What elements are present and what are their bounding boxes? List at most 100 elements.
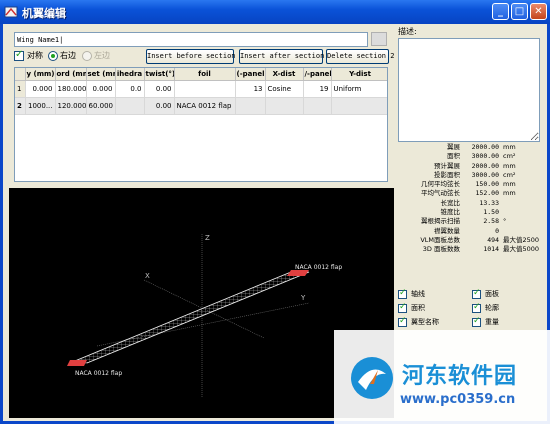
stat-value: 1.50 [483, 208, 499, 217]
table-cell[interactable]: Uniform [331, 80, 387, 98]
stat-label: 襟翼数量 [434, 226, 460, 235]
stat-unit: mm [503, 143, 516, 151]
wing-sections-table[interactable]: y (mm) ord (mm set (mm ihedra twist(°) f… [14, 67, 388, 182]
stat-row: 预计翼展 2000.00 mm [395, 162, 545, 171]
stat-unit: cm² [503, 170, 516, 179]
stat-row: 面积 3000.00 cm² [395, 152, 545, 161]
title-bar[interactable]: 机翼编辑 _ □ ✕ [0, 0, 550, 24]
wing-color-button[interactable] [371, 32, 387, 46]
minimize-button[interactable]: _ [492, 3, 509, 20]
insert-after-button[interactable]: Insert after section 2 [239, 49, 333, 64]
stat-value: 3000.00 [471, 152, 499, 161]
table-header-row: y (mm) ord (mm set (mm ihedra twist(°) f… [15, 68, 387, 81]
outline-label: 轮廓 [485, 304, 499, 312]
wing-name-input[interactable] [14, 32, 368, 47]
symmetric-checkbox[interactable] [14, 49, 24, 61]
stat-value: 2.58 [483, 217, 499, 226]
table-cell[interactable]: 60.000 [86, 97, 116, 115]
stat-label: 投影面积 [434, 170, 460, 179]
stat-unit: ° [503, 217, 507, 226]
stat-unit: mm [503, 180, 516, 189]
table-cell[interactable]: 0.000 [86, 80, 116, 98]
table-cell[interactable] [265, 97, 304, 115]
left-tip-panel [67, 360, 87, 366]
foil-names-checkbox[interactable] [398, 316, 407, 327]
stat-row: 投影面积 3000.00 cm² [395, 171, 545, 180]
table-cell[interactable]: 120.000 [55, 97, 87, 115]
watermark-logo-icon [351, 357, 393, 399]
table-row[interactable]: 2 1000... 120.000 60.000 0.00 NACA 0012 … [15, 97, 387, 115]
stat-label: 翼根揭示扫描 [421, 217, 460, 226]
axis-y-label: Y [300, 294, 306, 302]
table-cell[interactable] [115, 97, 145, 115]
column-header[interactable]: /-panel [303, 68, 332, 81]
table-cell[interactable]: 0.000 [25, 80, 56, 98]
column-header[interactable]: set (mm [86, 68, 116, 81]
insert-before-button[interactable]: Insert before section 2 [146, 49, 244, 64]
table-cell[interactable] [235, 97, 266, 115]
stat-unit: cm² [503, 152, 516, 161]
foil-names-label: 翼型名称 [411, 318, 439, 326]
left-side-radio[interactable] [82, 51, 92, 61]
window-title: 机翼编辑 [22, 7, 66, 20]
stat-row: 几何平均弦长 150.00 mm [395, 180, 545, 189]
table-cell[interactable]: 19 [303, 80, 332, 98]
maximize-button[interactable]: □ [511, 3, 528, 20]
foil-label-right: NACA 0012 flap [295, 264, 342, 271]
stat-value: 0 [495, 226, 499, 235]
table-cell[interactable] [331, 97, 387, 115]
stat-unit: 最大值2500 [503, 235, 540, 244]
table-cell[interactable]: 0.0 [115, 80, 145, 98]
surfaces-checkbox[interactable] [398, 302, 407, 313]
masses-label: 重量 [485, 318, 499, 326]
right-side-radio[interactable] [48, 51, 58, 61]
stat-label: 3D 面板数数 [422, 245, 460, 254]
column-header[interactable] [15, 68, 26, 81]
column-header[interactable]: twist(°) [144, 68, 175, 81]
panels-label: 面板 [485, 290, 499, 298]
wing-statistics: 翼展 2000.00 mm 面积 3000.00 cm² 预计翼展 2000.00 mm 投… [395, 143, 545, 255]
table-cell[interactable]: 180.000 [55, 80, 87, 98]
axis-z-label: Z [205, 234, 210, 242]
stat-row: 长宽比 13.33 [395, 199, 545, 208]
column-header[interactable]: foil [174, 68, 236, 81]
stat-label: 预计翼展 [434, 161, 460, 170]
table-cell[interactable]: 1000... [25, 97, 56, 115]
row-header[interactable]: 2 [15, 97, 26, 115]
axes-checkbox[interactable] [398, 288, 407, 299]
table-cell[interactable]: NACA 0012 flap [174, 97, 236, 115]
table-cell[interactable]: 0.00 [144, 80, 175, 98]
column-header[interactable]: ihedra [115, 68, 145, 81]
panels-checkbox[interactable] [472, 288, 481, 299]
close-button[interactable]: ✕ [530, 3, 547, 20]
stat-row: 翼展 2000.00 mm [395, 143, 545, 152]
column-header[interactable]: Y-dist [331, 68, 387, 81]
right-side-label: 右边 [60, 51, 76, 60]
delete-section-button[interactable]: Delete section 2 [326, 49, 394, 64]
stat-unit: 最大值5000 [503, 245, 540, 254]
table-cell[interactable] [303, 97, 332, 115]
outline-checkbox[interactable] [472, 302, 481, 313]
table-row[interactable]: 1 0.000 180.000 0.000 0.0 0.00 13 Cosine… [15, 80, 387, 98]
column-header[interactable]: (-panel [235, 68, 266, 81]
stat-value: 3000.00 [471, 170, 499, 179]
stat-unit: mm [503, 189, 516, 198]
app-icon [4, 6, 18, 18]
masses-checkbox[interactable] [472, 316, 481, 327]
stat-row: 翼根揭示扫描 2.58 ° [395, 217, 545, 226]
table-cell[interactable]: 13 [235, 80, 266, 98]
table-cell[interactable]: 0.00 [144, 97, 175, 115]
stat-label: VLM面板总数 [420, 235, 460, 244]
description-textarea[interactable] [398, 38, 540, 142]
watermark-name: 河东软件园 [402, 364, 518, 389]
stat-row: VLM面板总数 494 最大值2500 [395, 236, 545, 245]
left-side-label: 左边 [94, 51, 110, 60]
column-header[interactable]: X-dist [265, 68, 304, 81]
foil-label-left: NACA 0012 flap [75, 370, 122, 377]
row-header[interactable]: 1 [15, 80, 26, 98]
column-header[interactable]: y (mm) [25, 68, 56, 81]
table-cell[interactable] [174, 80, 236, 98]
symmetric-label: 对称 [27, 51, 43, 60]
column-header[interactable]: ord (mm [55, 68, 87, 81]
table-cell[interactable]: Cosine [265, 80, 304, 98]
